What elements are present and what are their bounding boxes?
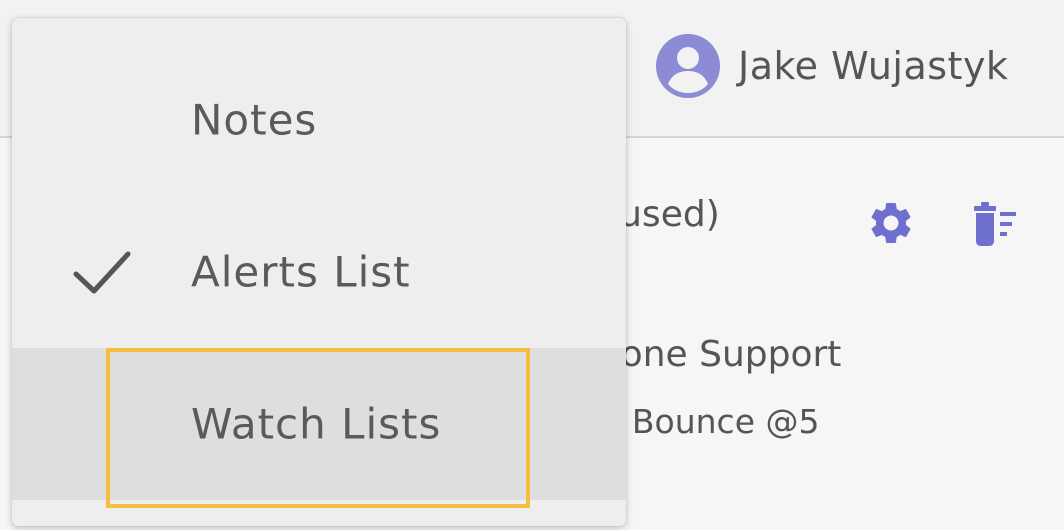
- check-icon: [73, 251, 131, 294]
- clear-all-icon[interactable]: [968, 200, 1020, 248]
- menu-item-label: Notes: [191, 95, 318, 145]
- menu-item-notes[interactable]: Notes: [12, 44, 626, 196]
- user-name: Jake Wujastyk: [738, 44, 1009, 88]
- menu-item-alerts-list[interactable]: Alerts List: [12, 196, 626, 348]
- focus-highlight: [106, 348, 530, 508]
- menu-item-label: Alerts List: [191, 247, 411, 297]
- account-circle-icon: [656, 34, 720, 98]
- gear-icon[interactable]: [866, 198, 916, 248]
- user-menu[interactable]: Jake Wujastyk: [656, 34, 1008, 98]
